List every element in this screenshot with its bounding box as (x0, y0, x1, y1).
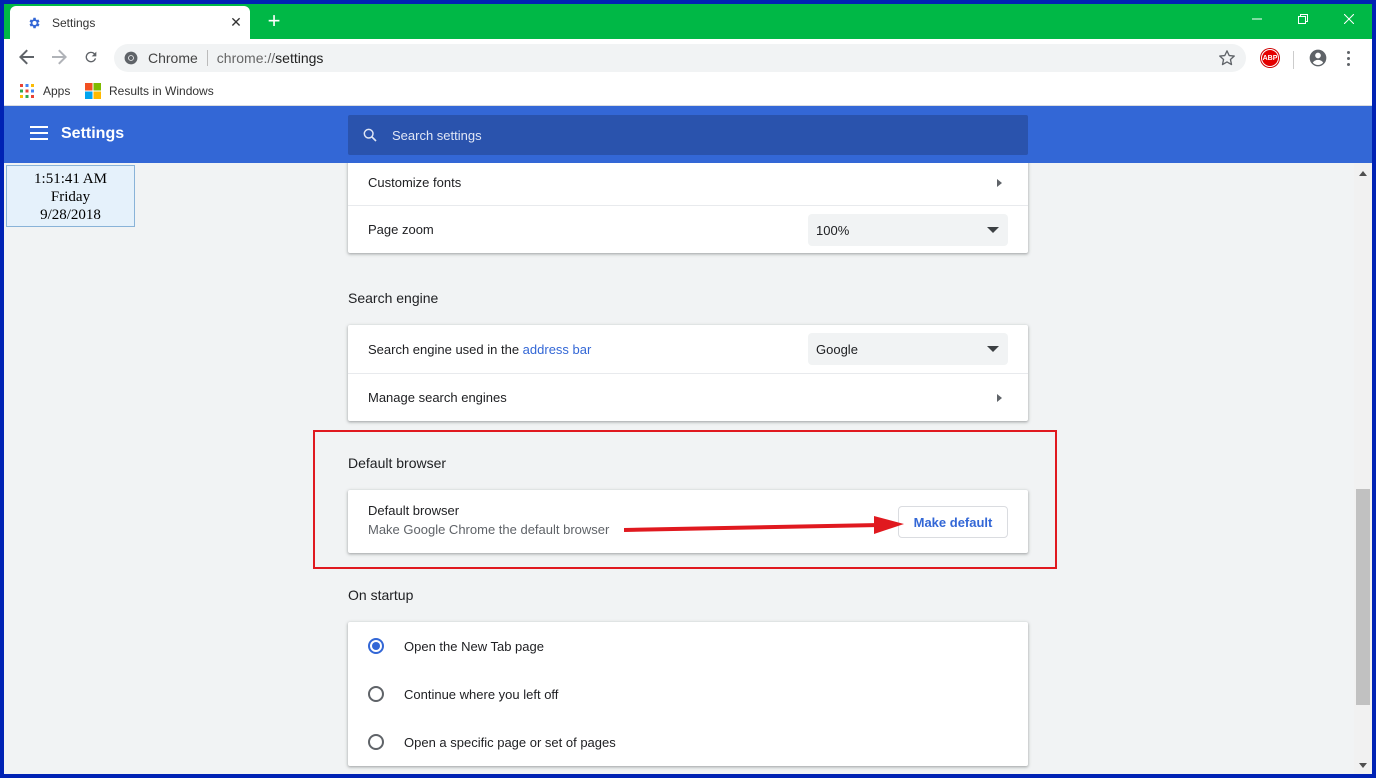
bookmark-results-in-windows[interactable]: Results in Windows (85, 81, 214, 101)
page-title: Settings (61, 125, 125, 142)
chevron-right-icon (997, 393, 1002, 402)
search-engine-value: Google (816, 341, 858, 357)
profile-avatar-icon[interactable] (1308, 48, 1328, 68)
scroll-down-arrow-icon[interactable] (1359, 763, 1367, 768)
search-settings-input[interactable]: Search settings (348, 115, 1028, 155)
chrome-menu-icon[interactable] (1340, 48, 1356, 68)
search-engine-select[interactable]: Google (808, 333, 1008, 365)
browser-toolbar: Chrome chrome://settings ABP (4, 39, 1372, 75)
search-engine-card: Search engine used in the address bar Go… (348, 325, 1028, 421)
address-bar-link[interactable]: address bar (523, 342, 592, 357)
bookmark-label: Results in Windows (109, 84, 214, 98)
clock-date: 9/28/2018 (40, 207, 101, 223)
chrome-logo-icon (124, 51, 138, 65)
dropdown-caret-icon (987, 227, 999, 233)
title-bar: Settings ✕ + (4, 4, 1372, 39)
bookmark-apps[interactable]: Apps (19, 81, 70, 101)
omnibox[interactable]: Chrome chrome://settings (114, 44, 1246, 72)
customize-fonts-label: Customize fonts (368, 175, 462, 190)
chevron-right-icon (997, 178, 1002, 187)
startup-option-new-tab[interactable]: Open the New Tab page (348, 622, 1028, 670)
search-engine-row: Search engine used in the address bar Go… (348, 325, 1028, 373)
tab-settings[interactable]: Settings ✕ (10, 6, 250, 39)
dropdown-caret-icon (987, 346, 999, 352)
url-path: settings (275, 50, 324, 66)
toolbar-divider (1293, 51, 1294, 69)
page-zoom-row: Page zoom 100% (348, 205, 1028, 253)
windows-logo-icon (85, 83, 101, 99)
scroll-up-arrow-icon[interactable] (1359, 171, 1367, 176)
close-icon (1344, 14, 1354, 24)
restore-button[interactable] (1280, 4, 1326, 34)
page-zoom-value: 100% (816, 222, 850, 238)
search-placeholder: Search settings (392, 127, 482, 143)
radio-button[interactable] (368, 686, 384, 702)
settings-header: Settings Search settings (4, 106, 1372, 163)
page-zoom-label: Page zoom (368, 222, 434, 237)
startup-option-label: Continue where you left off (404, 686, 559, 702)
search-engine-label: Search engine used in the address bar (368, 342, 591, 357)
omnibox-url: chrome://settings (217, 50, 324, 66)
clock-time: 1:51:41 AM (34, 171, 107, 187)
startup-option-label: Open a specific page or set of pages (404, 734, 616, 750)
back-arrow-icon (19, 49, 34, 65)
appearance-card: Customize fonts Page zoom 100% (348, 163, 1028, 253)
forward-arrow-icon (52, 49, 67, 65)
close-window-button[interactable] (1326, 4, 1372, 34)
apps-grid-icon (20, 84, 34, 98)
forward-button[interactable] (47, 45, 71, 69)
reload-icon (85, 51, 97, 63)
scrollbar-thumb[interactable] (1356, 489, 1370, 705)
bookmark-star-icon[interactable] (1218, 49, 1236, 67)
on-startup-card: Open the New Tab page Continue where you… (348, 622, 1028, 766)
manage-search-engines-row[interactable]: Manage search engines (348, 373, 1028, 421)
highlight-box (313, 430, 1057, 569)
tab-title: Settings (52, 15, 96, 30)
radio-button-selected[interactable] (368, 638, 384, 654)
search-icon (363, 128, 377, 142)
new-tab-button[interactable]: + (262, 10, 286, 34)
page-zoom-select[interactable]: 100% (808, 214, 1008, 246)
omnibox-site-chip: Chrome (148, 50, 208, 66)
startup-option-specific-pages[interactable]: Open a specific page or set of pages (348, 718, 1028, 766)
browser-window: Settings ✕ + Chrome chrome://settings AB… (4, 4, 1372, 774)
reload-button[interactable] (79, 45, 103, 69)
bookmarks-bar: Apps Results in Windows (4, 75, 1372, 106)
settings-content: 1:51:41 AM Friday 9/28/2018 Customize fo… (4, 163, 1354, 774)
minimize-button[interactable] (1234, 4, 1280, 34)
bookmark-label: Apps (43, 84, 71, 98)
startup-option-continue[interactable]: Continue where you left off (348, 670, 1028, 718)
search-engine-label-text: Search engine used in the (368, 341, 523, 357)
on-startup-heading: On startup (348, 587, 414, 603)
clock-day: Friday (50, 189, 91, 205)
minimize-icon (1252, 18, 1262, 20)
url-scheme: chrome:// (216, 50, 276, 66)
back-button[interactable] (15, 45, 39, 69)
settings-gear-icon (26, 15, 42, 31)
manage-search-engines-label: Manage search engines (368, 390, 507, 405)
tab-close-icon[interactable]: ✕ (228, 14, 244, 30)
adblock-plus-icon[interactable]: ABP (1261, 49, 1279, 67)
restore-icon (1298, 14, 1308, 24)
startup-option-label: Open the New Tab page (404, 638, 544, 654)
customize-fonts-row[interactable]: Customize fonts (348, 163, 1028, 205)
radio-button[interactable] (368, 734, 384, 750)
desktop-clock-widget: 1:51:41 AM Friday 9/28/2018 (6, 165, 135, 227)
hamburger-menu-icon[interactable] (30, 126, 48, 140)
search-engine-heading: Search engine (348, 290, 439, 306)
page-scrollbar[interactable] (1354, 163, 1372, 774)
annotation-arrow-icon (624, 516, 904, 534)
